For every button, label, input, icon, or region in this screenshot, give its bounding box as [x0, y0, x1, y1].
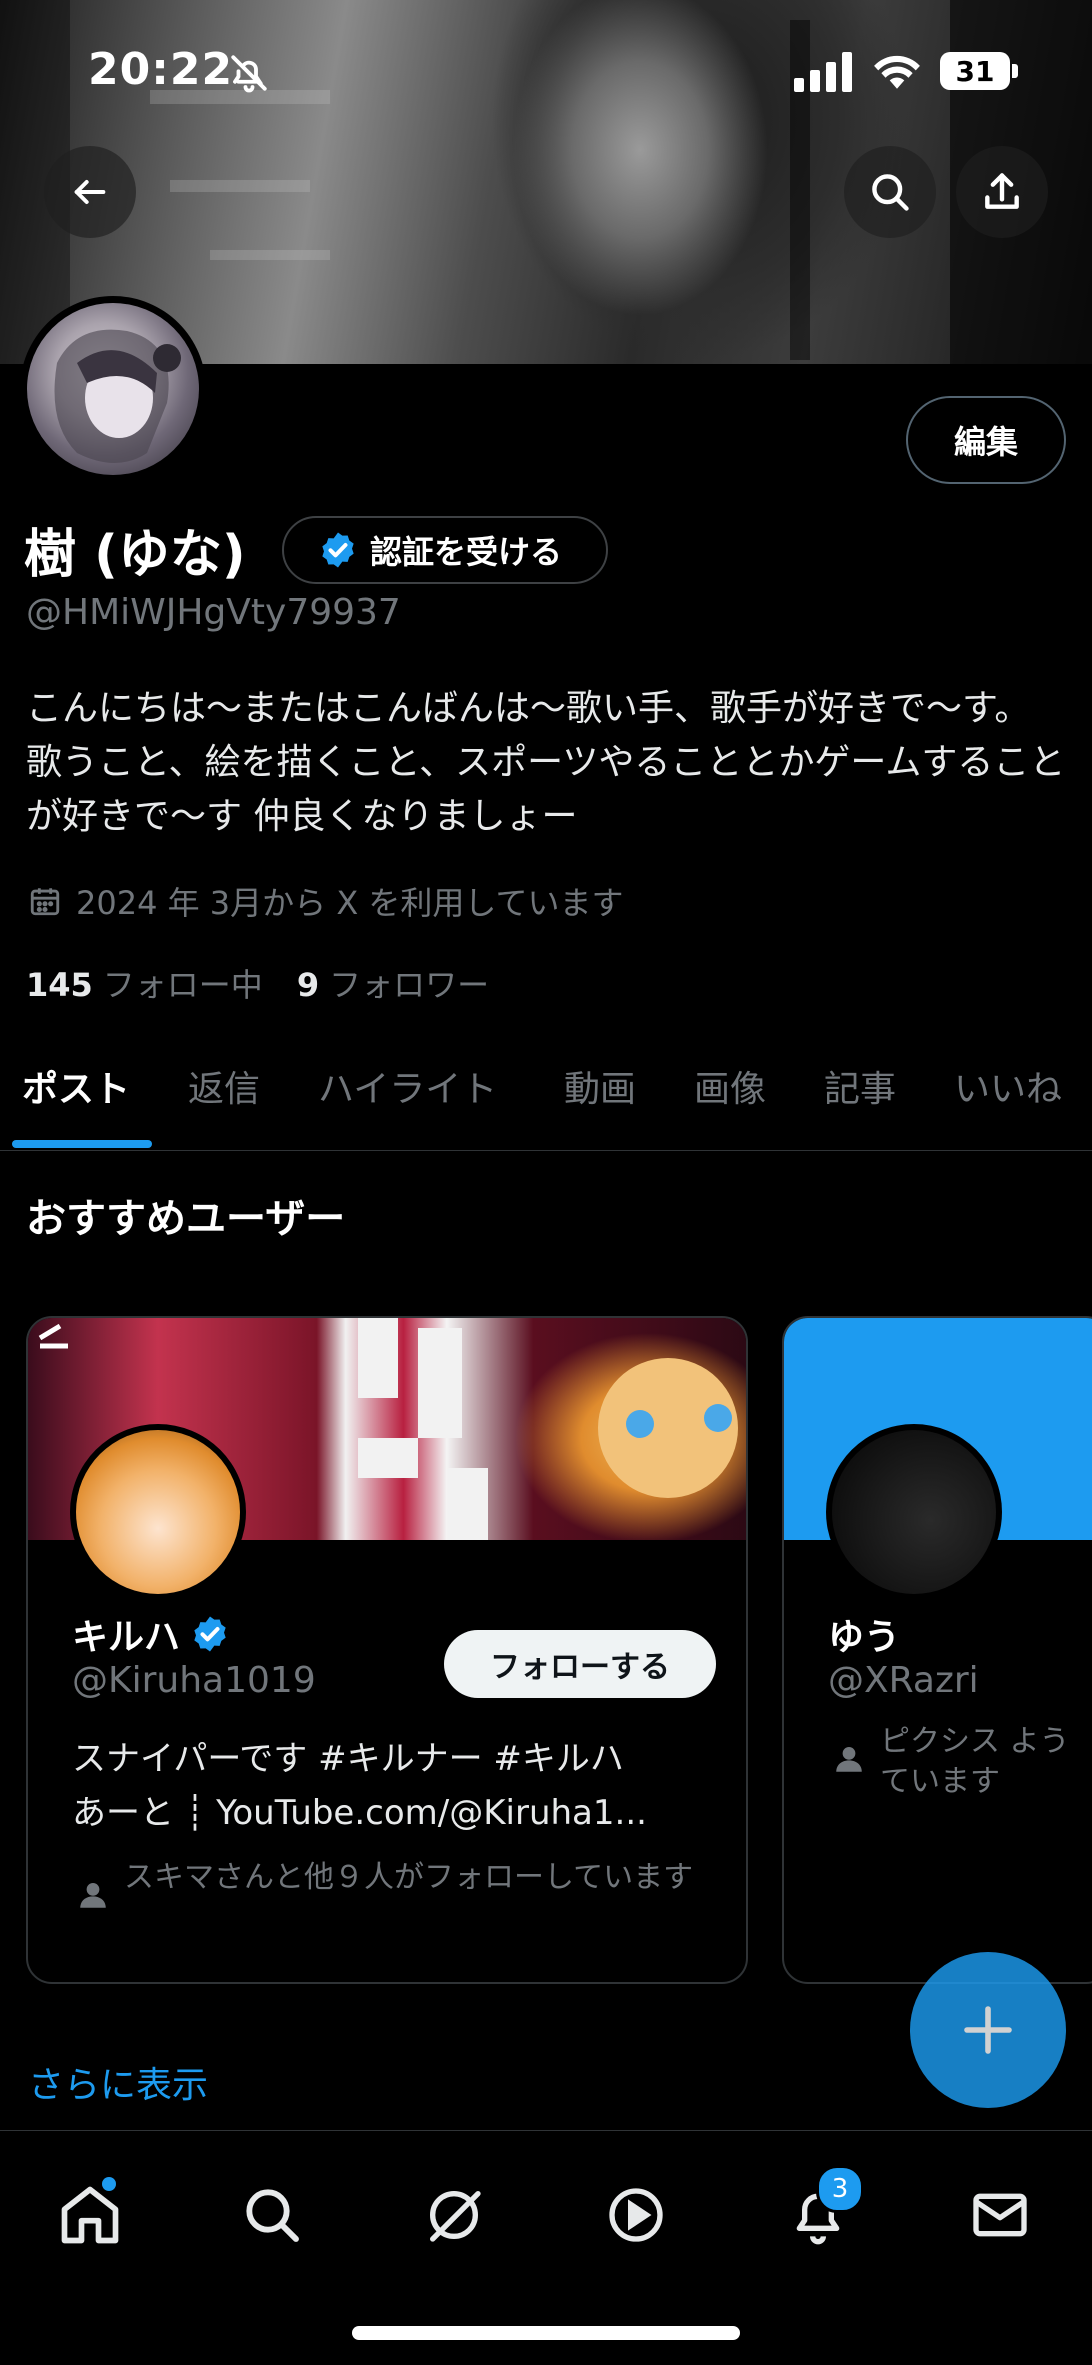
wifi-icon [872, 50, 922, 94]
user-card-avatar[interactable] [70, 1424, 246, 1600]
profile-name: 樹 (ゆな) [24, 525, 246, 585]
user-card-name: ゆう [828, 1608, 900, 1660]
joined-date: 2024 年 3月から X を利用しています [28, 878, 623, 924]
tab-images[interactable]: 画像 [694, 1060, 766, 1112]
profile-handle: @HMiWJHgVty79937 [26, 592, 401, 633]
mail-icon [973, 2193, 1027, 2237]
user-card-avatar[interactable] [826, 1424, 1002, 1600]
joined-text: 2024 年 3月から X を利用しています [76, 884, 624, 922]
user-card-followed-by: スキマさんと他９人がフォローしています [124, 1860, 694, 1895]
home-icon [61, 2186, 119, 2244]
user-card[interactable]: キルハ @Kiruha1019 フォローする スナイパーです #キルナー #キル… [26, 1316, 748, 1984]
show-more-link[interactable]: さらに表示 [28, 2056, 208, 2108]
tab-videos[interactable]: 動画 [564, 1060, 636, 1112]
calendar-icon [30, 888, 60, 916]
verified-badge-icon [322, 532, 354, 568]
edit-profile-button[interactable]: 編集 [906, 396, 1066, 484]
followers-count: 9 [296, 966, 320, 1004]
user-card-handle: @Kiruha1019 [72, 1660, 316, 1701]
search-button[interactable] [844, 146, 936, 238]
nav-grok[interactable] [414, 2175, 494, 2255]
follow-button[interactable]: フォローする [444, 1630, 716, 1698]
user-card-handle: @XRazri [828, 1660, 979, 1701]
get-verified-button[interactable]: 認証を受ける [282, 516, 608, 584]
user-card-bio-line2: あーと ┊ YouTube.com/@Kiruha1... [72, 1793, 647, 1833]
profile-tabs: ポスト 返信 ハイライト 動画 画像 記事 いいね [0, 1040, 1092, 1151]
nav-videos[interactable] [596, 2175, 676, 2255]
tab-articles[interactable]: 記事 [824, 1060, 896, 1112]
status-time: 20:22 [88, 44, 234, 95]
back-button[interactable] [44, 146, 136, 238]
following-label: フォロー中 [102, 966, 263, 1004]
nav-messages[interactable] [960, 2175, 1040, 2255]
cellular-signal-icon [794, 52, 854, 96]
battery-icon: 31 [940, 52, 1010, 90]
home-unread-dot [102, 2177, 116, 2191]
battery-level: 31 [955, 54, 995, 88]
nav-notifications[interactable]: 3 [778, 2165, 864, 2255]
battery-nub [1012, 64, 1018, 78]
arrow-left-icon [74, 180, 106, 204]
active-tab-indicator [12, 1140, 152, 1148]
play-icon [609, 2188, 663, 2242]
person-icon [832, 1742, 866, 1780]
following-count: 145 [26, 966, 93, 1004]
share-icon [985, 173, 1019, 209]
following-link[interactable]: 145 フォロー中 [26, 960, 263, 1006]
avatar-image [27, 303, 199, 475]
profile-avatar[interactable] [20, 296, 206, 482]
tab-posts[interactable]: ポスト [22, 1060, 130, 1112]
user-card-name: キルハ [72, 1608, 230, 1660]
nav-home[interactable] [50, 2175, 130, 2255]
user-card-name-text: ゆう [828, 1617, 901, 1658]
user-card-bio-line1: スナイパーです #キルナー #キルハ [72, 1739, 624, 1779]
user-card[interactable]: ゆう @XRazri ピクシス よう ています [782, 1316, 1092, 1984]
search-icon [872, 174, 909, 211]
plus-icon [964, 2006, 1012, 2054]
grok-icon [430, 2191, 481, 2242]
notifications-badge: 3 [816, 2165, 864, 2213]
compose-button[interactable] [910, 1952, 1066, 2108]
profile-bio: こんにちは〜またはこんばんは〜歌い手、歌手が好きで〜す。歌うこと、絵を描くこと、… [26, 688, 1066, 837]
verified-badge-icon [194, 1616, 226, 1652]
recommended-users-title: おすすめユーザー [26, 1196, 346, 1242]
tab-likes[interactable]: いいね [954, 1060, 1062, 1112]
person-icon [76, 1878, 110, 1916]
get-verified-label: 認証を受ける [370, 533, 563, 571]
followers-label: フォロワー [329, 966, 490, 1004]
tab-highlights[interactable]: ハイライト [318, 1060, 497, 1112]
tab-replies[interactable]: 返信 [188, 1060, 260, 1112]
follow-stats: 145 フォロー中 9 フォロワー [26, 960, 489, 1006]
user-card-name-text: キルハ [72, 1617, 181, 1658]
followers-link[interactable]: 9 フォロワー [297, 960, 489, 1006]
bell-off-icon [228, 52, 270, 98]
home-indicator [352, 2326, 740, 2340]
user-card-followed-by: ピクシス よう ています [880, 1724, 1070, 1799]
nav-search[interactable] [232, 2175, 312, 2255]
search-icon [246, 2189, 299, 2242]
share-button[interactable] [956, 146, 1048, 238]
